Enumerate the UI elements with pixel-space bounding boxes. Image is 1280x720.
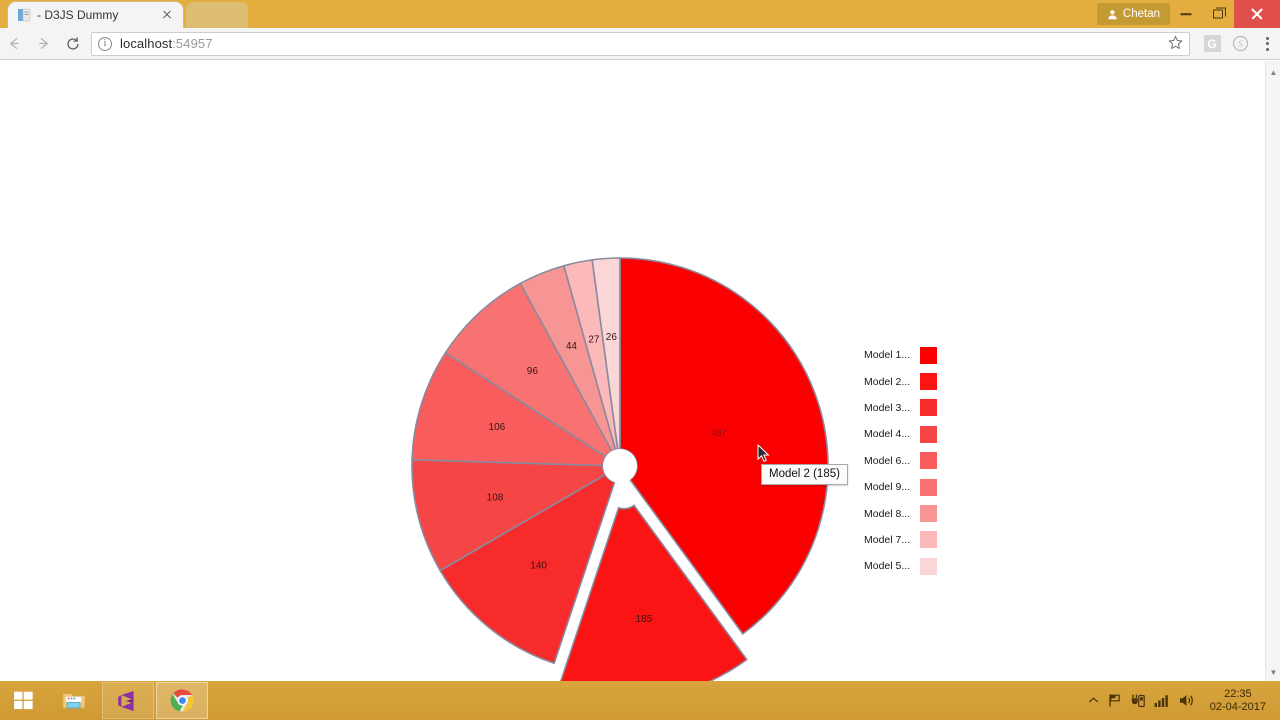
tab-strip: - D3JS Dummy	[8, 0, 248, 28]
pie-slice-value-label: 487	[711, 428, 726, 438]
tab-close-icon[interactable]	[159, 7, 175, 23]
legend-color-swatch	[920, 531, 937, 549]
legend-item[interactable]: Model 8...	[864, 500, 937, 526]
page-scrollbar[interactable]: ▲ ▼	[1265, 61, 1280, 681]
legend-item[interactable]: Model 6...	[864, 448, 937, 474]
three-dot-menu-icon	[1265, 36, 1269, 51]
extension-g-button[interactable]: G	[1198, 28, 1226, 60]
window-maximize-button[interactable]	[1202, 0, 1234, 28]
legend-color-swatch	[920, 373, 937, 391]
clock-date: 02-04-2017	[1209, 700, 1266, 713]
legend-item[interactable]: Model 4...	[864, 421, 937, 447]
taskbar-file-explorer[interactable]	[48, 682, 100, 719]
page-content: 487 185 140 108 106 96 44 27 26 Model 1... Model …	[0, 61, 1280, 681]
usb-device-icon[interactable]	[1131, 693, 1145, 709]
legend-item-label: Model 7...	[864, 533, 911, 546]
legend-item[interactable]: Model 2...	[864, 368, 937, 394]
legend-item-label: Model 8...	[864, 507, 911, 520]
page-favicon-icon	[16, 8, 31, 23]
legend-item-label: Model 1...	[864, 349, 911, 362]
user-profile-chip[interactable]: Chetan	[1096, 3, 1170, 25]
star-icon[interactable]	[1168, 34, 1183, 53]
pie-slice-value-label: 26	[606, 332, 618, 343]
pie-slice-value-label: 96	[527, 366, 539, 377]
legend-item[interactable]: Model 9...	[864, 474, 937, 500]
legend-color-swatch	[920, 505, 937, 523]
file-explorer-icon	[62, 692, 86, 709]
system-tray: 22:35 02-04-2017	[1088, 681, 1280, 720]
legend-item[interactable]: Model 5...	[864, 553, 937, 579]
g-icon: G	[1203, 35, 1221, 52]
reload-button[interactable]	[58, 28, 87, 60]
volume-icon[interactable]	[1179, 693, 1195, 708]
skype-icon: S	[1232, 35, 1248, 52]
address-bar[interactable]: i localhost:54957	[91, 31, 1190, 56]
user-name: Chetan	[1122, 8, 1160, 20]
windows-taskbar: 22:35 02-04-2017	[0, 681, 1280, 720]
windows-start-icon	[13, 691, 33, 710]
svg-text:S: S	[1238, 40, 1243, 50]
pie-slice-value-label: 185	[636, 614, 653, 625]
scroll-down-arrow-icon[interactable]: ▼	[1266, 665, 1280, 679]
scroll-up-arrow-icon[interactable]: ▲	[1266, 65, 1280, 79]
pie-chart[interactable]: 487 185 140 108 106 96 44 27 26	[0, 61, 1265, 681]
legend-item[interactable]: Model 3...	[864, 395, 937, 421]
taskbar-visual-studio[interactable]	[102, 682, 154, 719]
window-minimize-button[interactable]	[1170, 0, 1202, 28]
legend-item-label: Model 3...	[864, 401, 911, 414]
legend-item[interactable]: Model 7...	[864, 527, 937, 553]
url-text: localhost:54957	[120, 36, 213, 51]
legend-color-swatch	[920, 478, 937, 496]
chart-tooltip: Model 2 (185)	[761, 464, 848, 485]
pie-center-hole	[603, 449, 637, 483]
browser-menu-button[interactable]	[1254, 28, 1280, 60]
url-port: :54957	[172, 36, 213, 51]
pie-slice-value-label: 106	[489, 422, 506, 433]
url-host: localhost	[120, 36, 173, 51]
visual-studio-icon	[118, 690, 134, 711]
clock-time: 22:35	[1224, 687, 1252, 700]
pie-slice-value-label: 44	[566, 341, 578, 352]
info-circle-icon[interactable]: i	[98, 36, 112, 51]
browser-title-bar: - D3JS Dummy Chetan	[0, 0, 1280, 28]
legend-item-label: Model 4...	[864, 428, 911, 441]
person-icon	[1108, 9, 1117, 19]
chart-legend: Model 1... Model 2... Model 3... Model 4...…	[864, 342, 937, 580]
extension-skype-button[interactable]: S	[1226, 28, 1254, 60]
legend-color-swatch	[920, 425, 937, 443]
legend-item[interactable]: Model 1...	[864, 342, 937, 368]
network-signal-icon[interactable]	[1154, 694, 1170, 708]
mouse-cursor	[757, 443, 771, 469]
back-button[interactable]	[0, 28, 29, 60]
forward-button[interactable]	[29, 28, 58, 60]
chrome-icon	[170, 689, 194, 712]
window-controls: Chetan	[1096, 0, 1280, 28]
window-close-button[interactable]	[1234, 0, 1280, 28]
legend-color-swatch	[920, 452, 937, 470]
show-hidden-icons-button[interactable]	[1088, 696, 1099, 705]
legend-item-label: Model 6...	[864, 454, 911, 467]
legend-color-swatch	[920, 346, 937, 364]
tab-title: - D3JS Dummy	[37, 8, 119, 22]
taskbar-clock[interactable]: 22:35 02-04-2017	[1204, 688, 1274, 714]
pie-slice-value-label: 108	[487, 492, 504, 503]
browser-tab-d3js-dummy[interactable]: - D3JS Dummy	[8, 2, 183, 28]
pie-slice-value-label: 27	[588, 334, 600, 345]
legend-item-label: Model 2...	[864, 375, 911, 388]
action-center-flag-icon[interactable]	[1108, 693, 1122, 708]
legend-color-swatch	[920, 399, 937, 417]
browser-toolbar: i localhost:54957 G S	[0, 28, 1280, 60]
legend-color-swatch	[920, 557, 937, 575]
pie-slice-value-label: 140	[530, 561, 547, 572]
new-tab-button[interactable]	[186, 2, 248, 28]
start-button[interactable]	[0, 681, 46, 720]
taskbar-google-chrome[interactable]	[156, 682, 208, 719]
legend-item-label: Model 5...	[864, 560, 911, 573]
legend-item-label: Model 9...	[864, 481, 911, 494]
